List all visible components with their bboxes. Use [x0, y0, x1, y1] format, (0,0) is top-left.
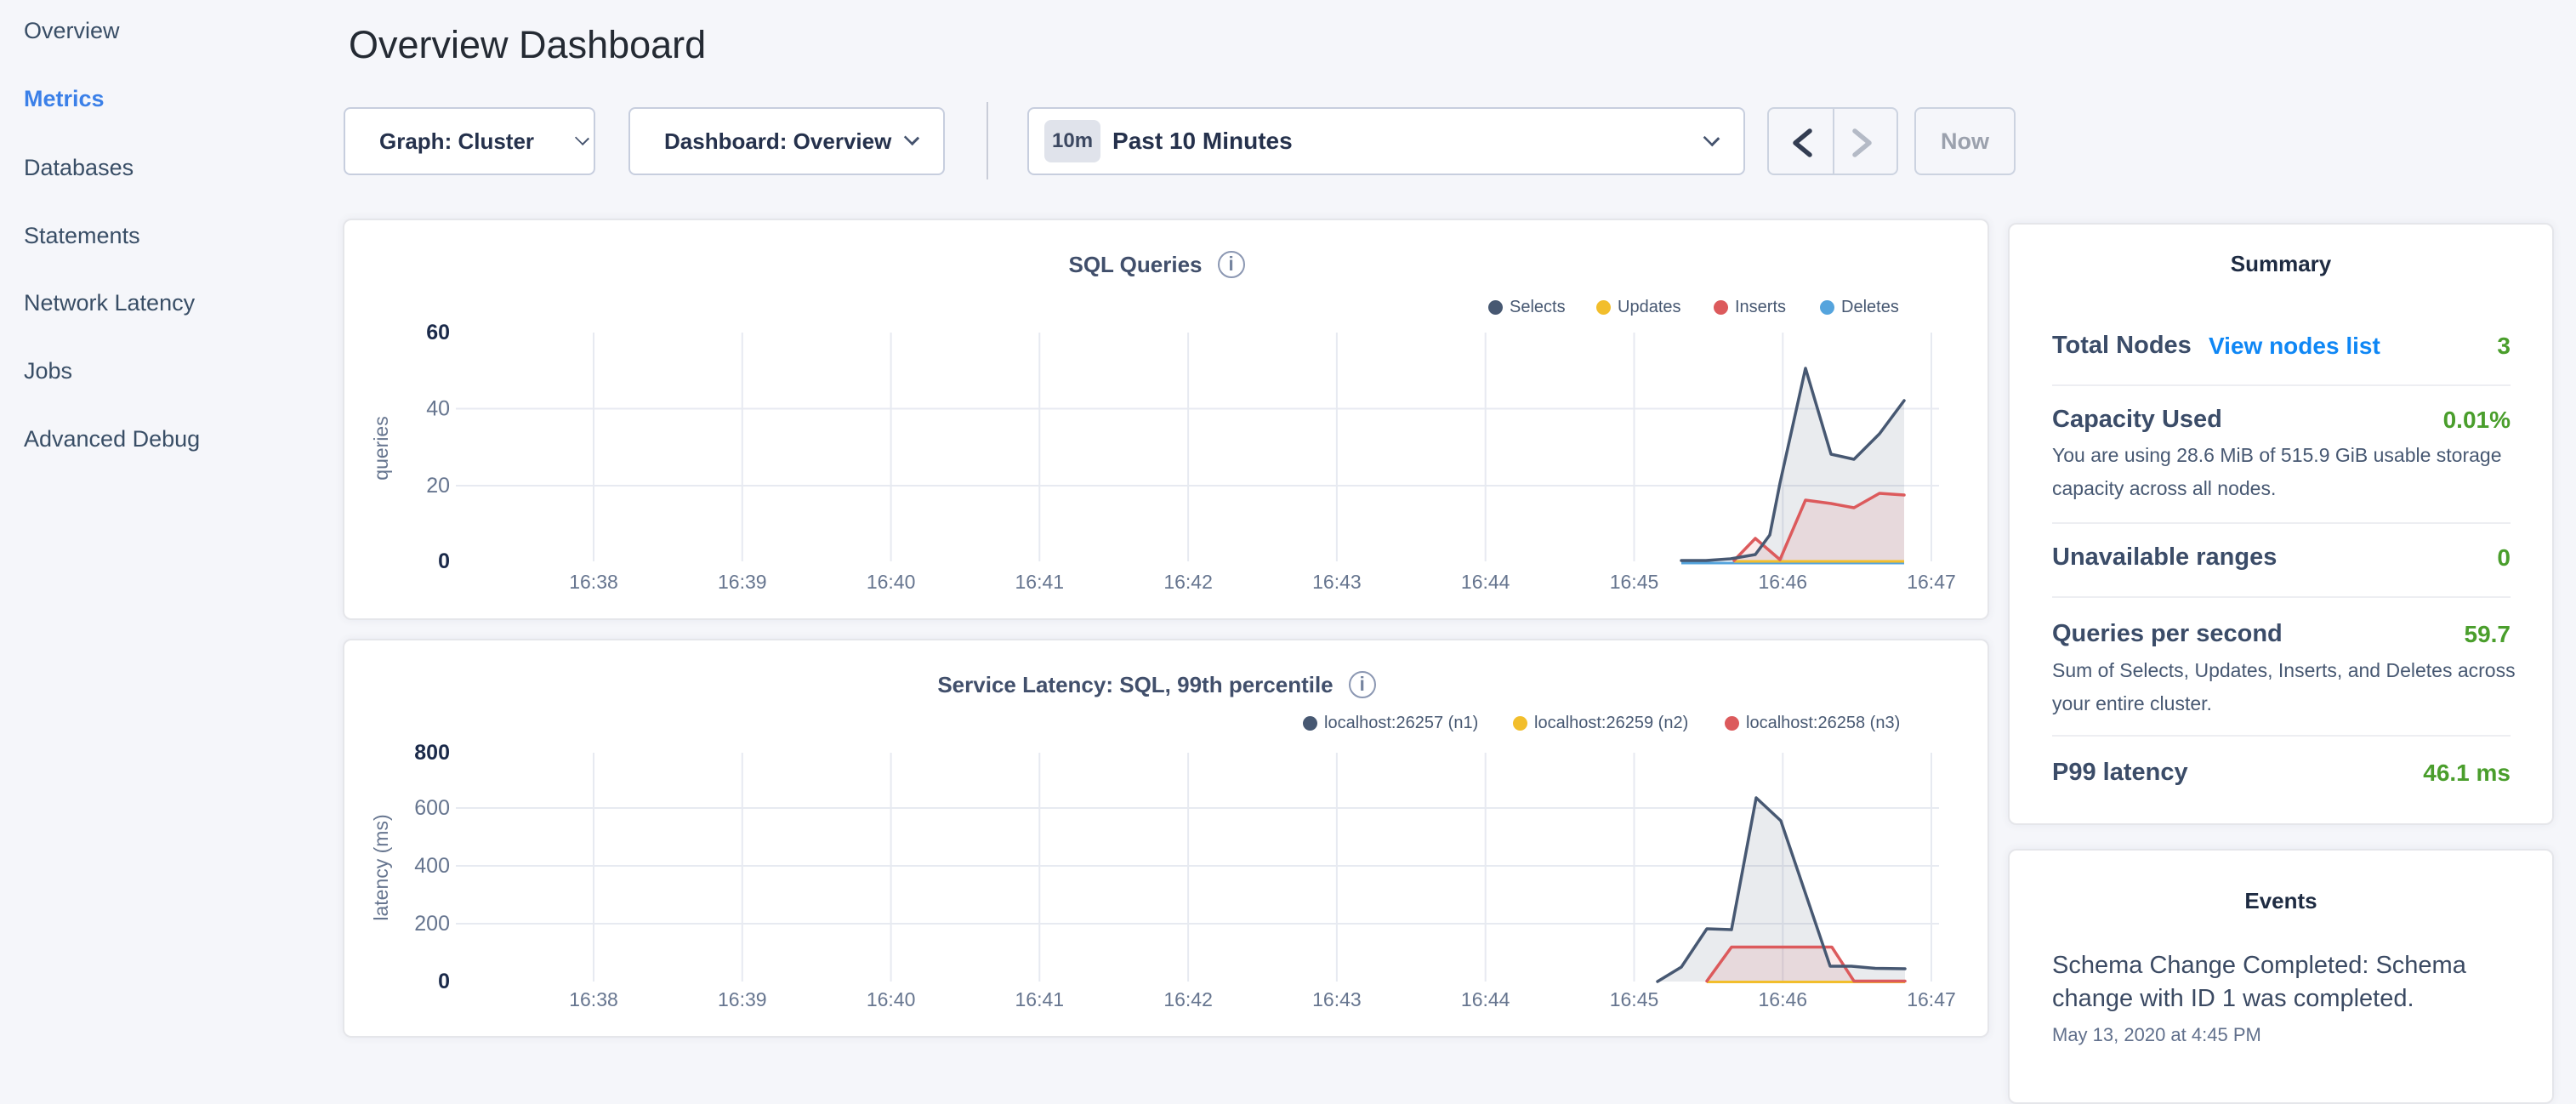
svg-text:0: 0 — [438, 970, 450, 993]
svg-text:16:41: 16:41 — [1015, 571, 1065, 593]
svg-text:16:43: 16:43 — [1312, 988, 1362, 1010]
svg-text:16:40: 16:40 — [867, 571, 916, 593]
svg-text:800: 800 — [414, 741, 450, 765]
svg-text:16:43: 16:43 — [1312, 571, 1362, 593]
svg-text:0: 0 — [438, 549, 450, 573]
svg-text:latency (ms): latency (ms) — [370, 814, 392, 920]
svg-text:16:44: 16:44 — [1461, 988, 1510, 1010]
svg-text:16:45: 16:45 — [1610, 988, 1659, 1010]
svg-text:16:38: 16:38 — [569, 571, 618, 593]
svg-text:200: 200 — [414, 912, 450, 936]
svg-text:16:47: 16:47 — [1907, 988, 1956, 1010]
svg-text:queries: queries — [370, 416, 392, 480]
svg-text:16:39: 16:39 — [718, 988, 767, 1010]
svg-text:20: 20 — [426, 474, 450, 498]
svg-text:16:41: 16:41 — [1015, 988, 1065, 1010]
svg-text:16:39: 16:39 — [718, 571, 767, 593]
svg-text:400: 400 — [414, 854, 450, 878]
svg-text:16:42: 16:42 — [1163, 571, 1213, 593]
svg-text:60: 60 — [426, 321, 450, 344]
svg-text:16:42: 16:42 — [1163, 988, 1213, 1010]
svg-text:40: 40 — [426, 397, 450, 421]
svg-text:16:47: 16:47 — [1907, 571, 1956, 593]
svg-text:16:45: 16:45 — [1610, 571, 1659, 593]
svg-text:600: 600 — [414, 796, 450, 820]
svg-text:16:46: 16:46 — [1759, 571, 1808, 593]
svg-text:16:38: 16:38 — [569, 988, 618, 1010]
svg-text:16:40: 16:40 — [867, 988, 916, 1010]
svg-text:16:46: 16:46 — [1759, 988, 1808, 1010]
svg-text:16:44: 16:44 — [1461, 571, 1510, 593]
